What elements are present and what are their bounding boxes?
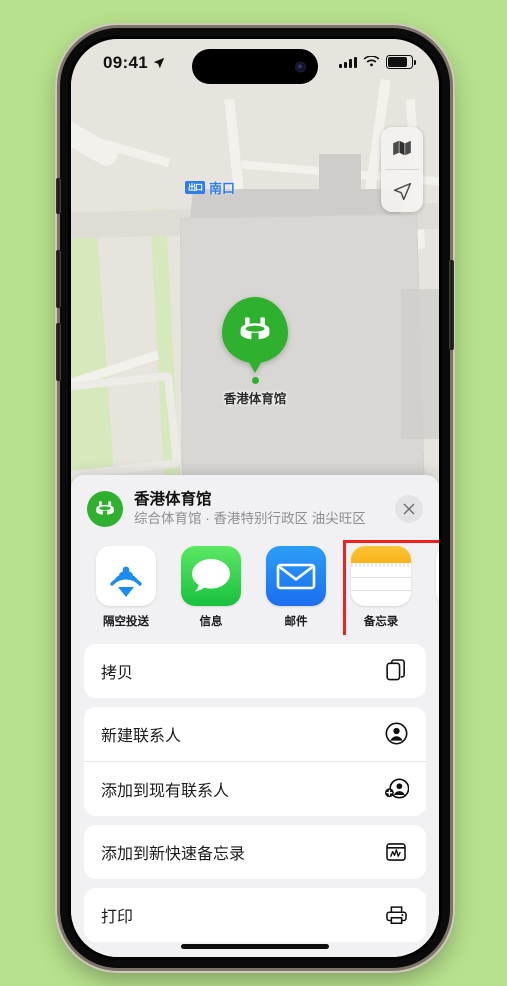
page-subtitle: 综合体育馆 · 香港特别行政区 油尖旺区 bbox=[134, 511, 366, 527]
share-app-label: 邮件 bbox=[284, 615, 308, 628]
action-group-quicknote: 添加到新快速备忘录 bbox=[84, 824, 426, 879]
share-app-notes[interactable]: 备忘录 bbox=[343, 539, 439, 635]
quick-note-icon bbox=[383, 839, 409, 865]
action-label: 拷贝 bbox=[101, 664, 134, 682]
close-button[interactable] bbox=[395, 494, 423, 523]
close-icon bbox=[403, 503, 415, 515]
stadium-pin-icon bbox=[222, 297, 288, 363]
action-label: 打印 bbox=[101, 908, 134, 926]
notes-icon bbox=[351, 545, 411, 606]
transit-label-text: 南口 bbox=[209, 181, 236, 196]
add-to-contact-icon bbox=[383, 776, 409, 802]
pin-anchor-dot bbox=[251, 377, 259, 384]
action-row-print[interactable]: 打印 bbox=[84, 888, 426, 942]
status-time-text: 09:41 bbox=[103, 53, 148, 72]
signal-bars-icon bbox=[339, 56, 357, 68]
locate-me-icon bbox=[393, 182, 411, 200]
status-bar: 09:41 bbox=[71, 39, 439, 95]
action-group-print: 打印 bbox=[84, 887, 426, 942]
share-sheet: 香港体育馆 综合体育馆 · 香港特别行政区 油尖旺区 隔空投送 信息 邮件 备忘… bbox=[71, 475, 439, 957]
printer-icon bbox=[383, 902, 409, 928]
page-title: 香港体育馆 bbox=[134, 491, 212, 508]
share-app-reminders[interactable]: 提 bbox=[433, 545, 439, 629]
stadium-glyph-icon bbox=[240, 317, 270, 340]
action-row-copy[interactable]: 拷贝 bbox=[84, 644, 426, 698]
map-controls[interactable] bbox=[381, 127, 423, 212]
airdrop-icon bbox=[96, 545, 156, 606]
action-button[interactable] bbox=[56, 178, 61, 214]
phone-screen: 09:41 出口 南口 香港体育馆 香港体育馆 综合体育馆 · 香港特别行政区 … bbox=[71, 39, 439, 957]
power-button[interactable] bbox=[449, 260, 454, 350]
share-sheet-subject: 香港体育馆 综合体育馆 · 香港特别行政区 油尖旺区 bbox=[123, 490, 395, 528]
map-layers-button[interactable] bbox=[381, 127, 423, 169]
action-label: 添加到新快速备忘录 bbox=[101, 845, 246, 863]
transit-badge: 出口 bbox=[185, 181, 205, 194]
status-time: 09:41 bbox=[103, 53, 166, 73]
status-indicators bbox=[339, 55, 416, 69]
battery-icon bbox=[386, 55, 416, 69]
map-layers-icon bbox=[393, 140, 411, 156]
action-label: 新建联系人 bbox=[101, 727, 182, 745]
wifi-icon bbox=[363, 56, 380, 67]
action-row-new-contact[interactable]: 新建联系人 bbox=[84, 707, 426, 761]
share-app-label: 提 bbox=[433, 613, 439, 629]
share-app-mail[interactable]: 邮件 bbox=[263, 545, 329, 629]
action-group-copy: 拷贝 bbox=[84, 643, 426, 698]
front-camera-icon bbox=[295, 61, 306, 72]
share-app-label: 信息 bbox=[199, 615, 223, 628]
copy-icon bbox=[383, 658, 409, 684]
locate-me-button[interactable] bbox=[381, 170, 423, 212]
frame-inner: 09:41 出口 南口 香港体育馆 香港体育馆 综合体育馆 · 香港特别行政区 … bbox=[68, 36, 442, 960]
share-app-airdrop[interactable]: 隔空投送 bbox=[93, 545, 159, 629]
phone-frame: 09:41 出口 南口 香港体育馆 香港体育馆 综合体育馆 · 香港特别行政区 … bbox=[56, 28, 454, 968]
volume-up-button[interactable] bbox=[56, 250, 61, 308]
location-arrow-icon bbox=[153, 57, 165, 69]
share-app-messages[interactable]: 信息 bbox=[178, 545, 244, 629]
transit-exit-label: 出口 南口 bbox=[185, 178, 235, 197]
home-indicator[interactable] bbox=[181, 944, 329, 949]
pin-label: 香港体育馆 bbox=[223, 392, 287, 406]
action-row-quick-note[interactable]: 添加到新快速备忘录 bbox=[84, 825, 426, 879]
share-sheet-header: 香港体育馆 综合体育馆 · 香港特别行政区 油尖旺区 bbox=[71, 475, 439, 540]
action-row-add-existing-contact[interactable]: 添加到现有联系人 bbox=[84, 760, 426, 816]
avatar bbox=[87, 490, 123, 527]
reminders-icon bbox=[436, 545, 439, 606]
stadium-glyph-icon bbox=[96, 501, 114, 516]
app-share-row[interactable]: 隔空投送 信息 邮件 备忘录 bbox=[71, 539, 439, 635]
screenshot-root: 09:41 出口 南口 香港体育馆 香港体育馆 综合体育馆 · 香港特别行政区 … bbox=[0, 0, 507, 986]
share-app-label: 隔空投送 bbox=[103, 615, 149, 628]
map-pin[interactable]: 香港体育馆 bbox=[222, 297, 288, 407]
new-contact-icon bbox=[383, 721, 409, 747]
messages-icon bbox=[181, 545, 241, 606]
dynamic-island[interactable] bbox=[192, 49, 318, 84]
volume-down-button[interactable] bbox=[56, 323, 61, 381]
action-label: 添加到现有联系人 bbox=[101, 782, 230, 800]
mail-icon bbox=[266, 545, 326, 606]
action-group-contacts: 新建联系人 添加到现有联系人 bbox=[84, 706, 426, 816]
